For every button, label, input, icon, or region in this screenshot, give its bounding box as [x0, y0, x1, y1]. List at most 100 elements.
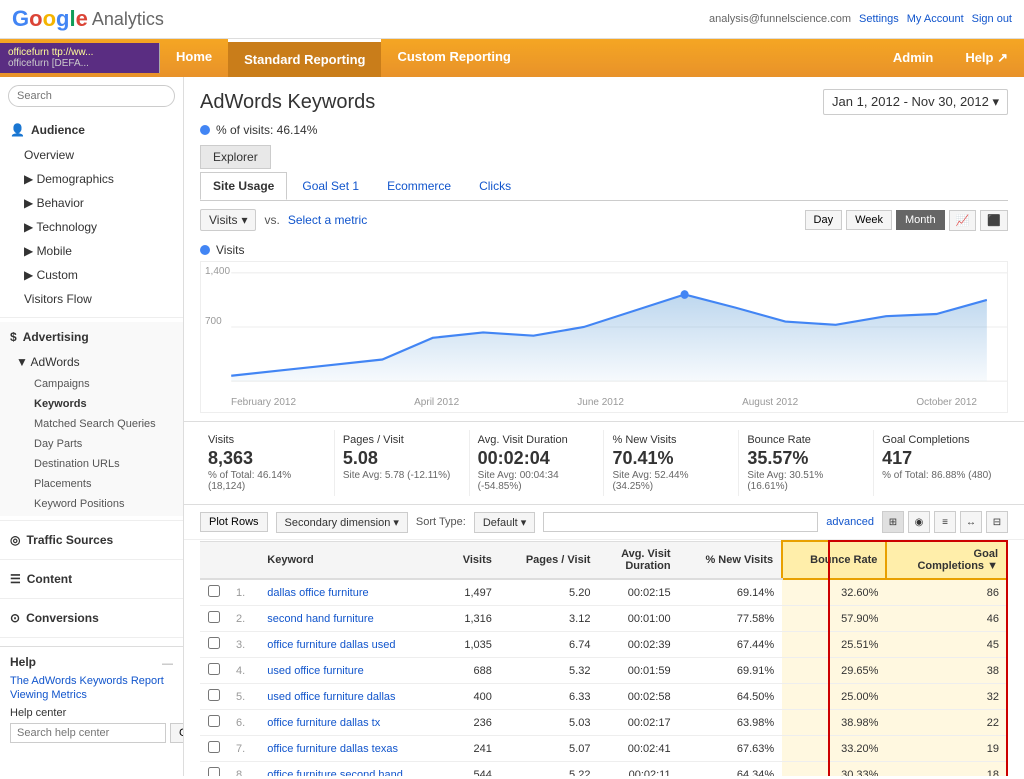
sidebar-item-visitors-flow[interactable]: Visitors Flow — [0, 287, 183, 311]
row-goals-7: 19 — [886, 736, 1007, 762]
table-view-icon[interactable]: ⊞ — [882, 511, 904, 533]
help-link-metrics[interactable]: Viewing Metrics — [10, 689, 173, 701]
bar-view-icon[interactable]: ≡ — [934, 511, 956, 533]
week-button[interactable]: Week — [846, 210, 892, 230]
pivot-view-icon[interactable]: ⊟ — [986, 511, 1008, 533]
comparison-view-icon[interactable]: ↔ — [960, 511, 982, 533]
help-search-input[interactable] — [10, 723, 166, 743]
help-link-adwords[interactable]: The AdWords Keywords Report — [10, 675, 173, 687]
th-bounce-rate[interactable]: Bounce Rate — [782, 541, 886, 579]
nav-help[interactable]: Help ↗ — [949, 40, 1024, 76]
keyword-link-8[interactable]: office furniture second hand — [267, 769, 403, 777]
row-checkbox-8[interactable] — [208, 767, 220, 776]
sidebar-item-day-parts[interactable]: Day Parts — [0, 434, 183, 454]
advanced-link[interactable]: advanced — [826, 516, 874, 528]
sidebar-item-overview[interactable]: Overview — [0, 143, 183, 167]
row-checkbox-7[interactable] — [208, 741, 220, 753]
pie-view-icon[interactable]: ◉ — [908, 511, 930, 533]
row-visits-7: 241 — [445, 736, 500, 762]
keyword-link-5[interactable]: used office furniture dallas — [267, 691, 395, 703]
nav-home[interactable]: Home — [160, 39, 228, 77]
secondary-dimension-dropdown[interactable]: Secondary dimension ▾ — [276, 512, 408, 533]
row-checkbox-4[interactable] — [208, 663, 220, 675]
th-new-visits[interactable]: % New Visits — [679, 541, 783, 579]
nav-custom-reporting[interactable]: Custom Reporting — [381, 39, 526, 77]
keyword-link-4[interactable]: used office furniture — [267, 665, 363, 677]
stat-new-visits: % New Visits 70.41% Site Avg: 52.44% (34… — [604, 430, 739, 496]
row-checkbox-1[interactable] — [208, 585, 220, 597]
row-visits-3: 1,035 — [445, 632, 500, 658]
sidebar-item-keywords[interactable]: Keywords — [0, 394, 183, 414]
sidebar-item-behavior[interactable]: ▶ Behavior — [0, 191, 183, 215]
nav-standard-reporting[interactable]: Standard Reporting — [228, 39, 381, 77]
row-checkbox-2[interactable] — [208, 611, 220, 623]
table-search-input[interactable] — [543, 512, 818, 532]
my-account-link[interactable]: My Account — [907, 13, 964, 25]
sidebar-item-keyword-positions[interactable]: Keyword Positions — [0, 494, 183, 514]
tab-ecommerce[interactable]: Ecommerce — [374, 172, 464, 200]
sidebar-item-destination-urls[interactable]: Destination URLs — [0, 454, 183, 474]
keyword-link-1[interactable]: dallas office furniture — [267, 587, 368, 599]
tab-clicks[interactable]: Clicks — [466, 172, 524, 200]
stat-goal-value: 417 — [882, 448, 1000, 469]
sidebar-section-conversions: ⊙ Conversions — [0, 603, 183, 633]
plot-rows-button[interactable]: Plot Rows — [200, 512, 268, 532]
th-goal-completions[interactable]: GoalCompletions ▼ — [886, 541, 1007, 579]
site-selector[interactable]: officefurn ttp://ww... officefurn [DEFA.… — [0, 43, 160, 73]
content-header[interactable]: ☰ Content — [0, 566, 183, 592]
conversions-header[interactable]: ⊙ Conversions — [0, 605, 183, 631]
metric-primary-dropdown[interactable]: Visits ▾ — [200, 209, 256, 231]
row-bounce-3: 25.51% — [782, 632, 886, 658]
sidebar-item-placements[interactable]: Placements — [0, 474, 183, 494]
stat-bounce-label: Bounce Rate — [747, 434, 865, 446]
sidebar-item-matched-search[interactable]: Matched Search Queries — [0, 414, 183, 434]
pie-chart-btn[interactable]: ⬛ — [980, 210, 1008, 231]
row-checkbox-3[interactable] — [208, 637, 220, 649]
advertising-header[interactable]: $ Advertising — [0, 324, 183, 350]
th-visits[interactable]: Visits — [445, 541, 500, 579]
nav-admin[interactable]: Admin — [877, 40, 949, 76]
sidebar-item-custom[interactable]: ▶ Custom — [0, 263, 183, 287]
sidebar-item-technology[interactable]: ▶ Technology — [0, 215, 183, 239]
keyword-link-6[interactable]: office furniture dallas tx — [267, 717, 380, 729]
sidebar-item-campaigns[interactable]: Campaigns — [0, 374, 183, 394]
visits-pct: % of visits: 46.14% — [184, 119, 1024, 145]
stat-new-value: 70.41% — [612, 448, 730, 469]
stat-duration: Avg. Visit Duration 00:02:04 Site Avg: 0… — [470, 430, 605, 496]
explorer-label: Explorer — [200, 145, 271, 169]
audience-header[interactable]: 👤 Audience — [0, 117, 183, 143]
tab-goal-set[interactable]: Goal Set 1 — [289, 172, 372, 200]
sort-default-dropdown[interactable]: Default ▾ — [474, 512, 535, 533]
vs-text: vs. — [264, 213, 279, 227]
th-ppv[interactable]: Pages / Visit — [500, 541, 599, 579]
divider-3 — [0, 559, 183, 560]
select-metric-link[interactable]: Select a metric — [288, 213, 367, 227]
th-duration[interactable]: Avg. VisitDuration — [598, 541, 678, 579]
table-row: 6. office furniture dallas tx 236 5.03 0… — [200, 710, 1007, 736]
date-range-picker[interactable]: Jan 1, 2012 - Nov 30, 2012 ▾ — [823, 89, 1008, 115]
sign-out-link[interactable]: Sign out — [972, 13, 1012, 25]
row-ppv-3: 6.74 — [500, 632, 599, 658]
tab-site-usage[interactable]: Site Usage — [200, 172, 287, 200]
row-checkbox-5[interactable] — [208, 689, 220, 701]
month-button[interactable]: Month — [896, 210, 945, 230]
help-collapse-btn[interactable]: — — [162, 658, 173, 670]
top-bar: Google Analytics analysis@funnelscience.… — [0, 0, 1024, 39]
sidebar-item-demographics[interactable]: ▶ Demographics — [0, 167, 183, 191]
traffic-header[interactable]: ◎ Traffic Sources — [0, 527, 183, 553]
keyword-link-7[interactable]: office furniture dallas texas — [267, 743, 398, 755]
line-chart-btn[interactable]: 📈 — [949, 210, 977, 231]
sidebar-item-adwords[interactable]: ▼ AdWords — [0, 350, 183, 374]
sidebar-item-mobile[interactable]: ▶ Mobile — [0, 239, 183, 263]
help-title: Help — [10, 655, 36, 669]
row-new-pct-8: 64.34% — [679, 762, 783, 777]
day-button[interactable]: Day — [805, 210, 843, 230]
row-checkbox-6[interactable] — [208, 715, 220, 727]
settings-link[interactable]: Settings — [859, 13, 899, 25]
help-go-button[interactable]: Go — [170, 723, 184, 743]
keyword-link-3[interactable]: office furniture dallas used — [267, 639, 395, 651]
help-center-label: Help center — [10, 707, 173, 719]
th-keyword[interactable]: Keyword — [259, 541, 444, 579]
keyword-link-2[interactable]: second hand furniture — [267, 613, 373, 625]
sidebar-search-input[interactable] — [8, 85, 175, 107]
